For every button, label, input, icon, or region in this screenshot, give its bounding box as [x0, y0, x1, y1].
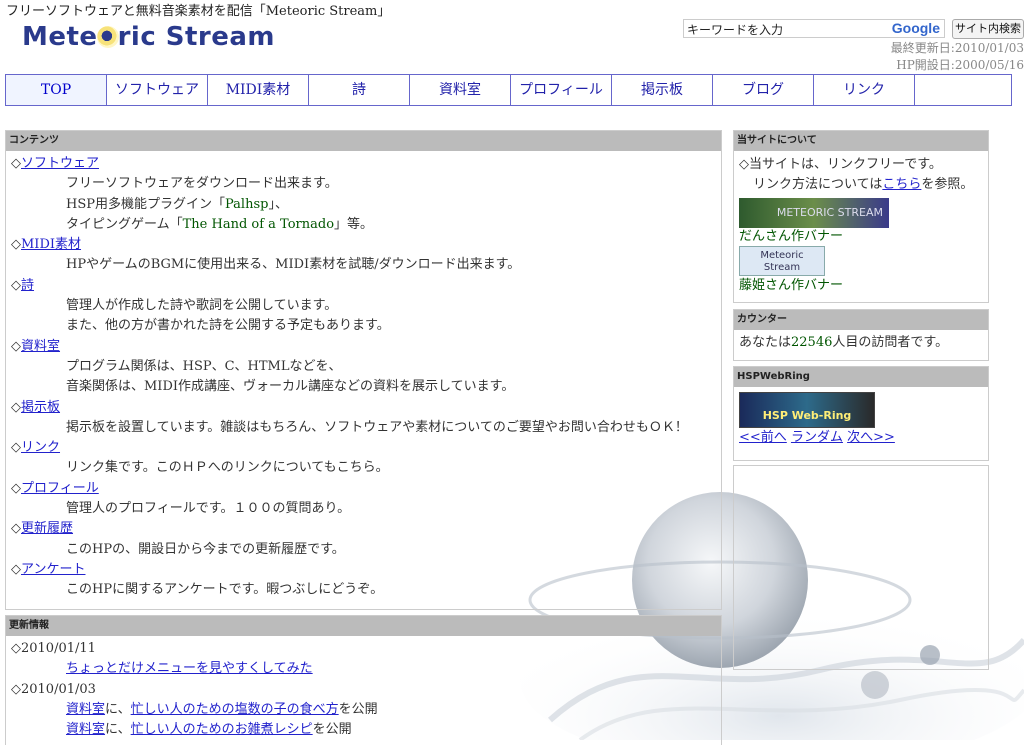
link-bbs[interactable]: 掲示板: [21, 400, 60, 415]
software-desc-2: HSP用多機能プラグイン「Palhsp」、: [66, 196, 288, 212]
update-item-3: 資料室に、忙しい人のためのお雑煮レシピを公開: [66, 722, 352, 738]
counter-body: あなたは22546人目の訪問者です。: [739, 335, 949, 350]
section-history: ◇更新履歴: [11, 521, 74, 537]
update-date-2: ◇2010/01/03: [11, 681, 96, 697]
nav-top[interactable]: TOP: [6, 75, 107, 105]
webring-heading: HSPWebRing: [734, 367, 988, 387]
hsp-webring-banner[interactable]: HSP Web-Ring: [739, 392, 875, 428]
link-profile[interactable]: プロフィール: [21, 481, 99, 496]
visitor-count: 22546: [791, 335, 833, 350]
contents-box: コンテンツ ◇ソフトウェア フリーソフトウェアをダウンロード出来ます。 HSP用…: [5, 130, 722, 610]
contents-heading: コンテンツ: [6, 131, 721, 151]
section-survey: ◇アンケート: [11, 561, 86, 577]
software-desc: フリーソフトウェアをダウンロード出来ます。: [66, 176, 338, 192]
library-desc-2: 音楽関係は、MIDI作成講座、ヴォーカル講座などの資料を展示しています。: [66, 379, 515, 395]
nav-library[interactable]: 資料室: [410, 75, 511, 105]
section-midi: ◇MIDI素材: [11, 237, 82, 253]
link-tornado[interactable]: The Hand of a Tornado: [183, 217, 334, 232]
poem-desc-2: また、他の方が書かれた詩を公開する予定もあります。: [66, 318, 390, 334]
section-software: ◇ソフトウェア: [11, 156, 100, 171]
update-link-1[interactable]: ちょっとだけメニューを見やすくしてみた: [66, 661, 313, 676]
webring-body: HSP Web-Ring <<前へ ランダム 次へ>>: [734, 387, 988, 451]
section-poem: ◇詩: [11, 277, 35, 293]
library-desc-1: プログラム関係は、HSP、C、HTMLなどを、: [66, 358, 342, 374]
link-survey[interactable]: アンケート: [21, 562, 85, 577]
link-links[interactable]: リンク: [21, 440, 60, 455]
banner-dan[interactable]: METEORIC STREAM: [739, 197, 889, 228]
update-link-2[interactable]: 忙しい人のための塩数の子の食べ方: [131, 702, 339, 717]
webring-prev-link[interactable]: <<前へ: [739, 430, 787, 445]
main-nav: TOP ソフトウェア MIDI素材 詩 資料室 プロフィール 掲示板 ブログ リ…: [5, 74, 1012, 106]
site-logo[interactable]: Mete ric Stream: [22, 22, 275, 52]
link-poem[interactable]: 詩: [21, 278, 34, 293]
site-dates: 最終更新日:2010/01/03 HP開設日:2000/05/16: [891, 40, 1024, 74]
link-history[interactable]: 更新履歴: [21, 521, 73, 536]
links-desc: リンク集です。このＨＰへのリンクについてもこちら。: [66, 460, 389, 476]
counter-box: カウンター あなたは22546人目の訪問者です。: [733, 309, 989, 361]
site-search-button[interactable]: サイト内検索: [952, 19, 1024, 39]
webring-box: HSPWebRing HSP Web-Ring <<前へ ランダム 次へ>>: [733, 366, 989, 461]
webring-next-link[interactable]: 次へ>>: [847, 430, 895, 445]
link-method-link[interactable]: こちら: [882, 177, 921, 192]
counter-heading: カウンター: [734, 310, 988, 330]
google-logo: Google: [891, 20, 940, 36]
updates-heading: 更新情報: [6, 616, 721, 636]
update-item-1: ちょっとだけメニューを見やすくしてみた: [11, 659, 716, 679]
about-line-2: リンク方法についてはこちらを参照。: [753, 177, 974, 193]
update-library-link-3[interactable]: 資料室: [66, 722, 105, 737]
search-input[interactable]: キーワードを入力 Google: [683, 19, 945, 38]
link-palhsp[interactable]: Palhsp: [225, 197, 268, 212]
profile-desc: 管理人のプロフィールです。１００の質問あり。: [66, 501, 351, 517]
section-links: ◇リンク: [11, 440, 61, 456]
link-midi[interactable]: MIDI素材: [21, 237, 81, 252]
banner-dan-caption: だんさん作バナー: [739, 228, 844, 244]
nav-empty: [915, 75, 1011, 105]
webring-nav: <<前へ ランダム 次へ>>: [739, 428, 983, 448]
update-link-3[interactable]: 忙しい人のためのお雑煮レシピ: [131, 722, 313, 737]
updates-body: ◇2010/01/11 ちょっとだけメニューを見やすくしてみた ◇2010/01…: [6, 636, 721, 743]
site-tagline: フリーソフトウェアと無料音楽素材を配信「Meteoric Stream」: [6, 4, 391, 19]
link-software[interactable]: ソフトウェア: [21, 156, 99, 171]
section-profile: ◇プロフィール: [11, 480, 99, 496]
banner-fujihime[interactable]: Meteoric Stream: [739, 245, 825, 276]
updates-box: 更新情報 ◇2010/01/11 ちょっとだけメニューを見やすくしてみた ◇20…: [5, 615, 722, 745]
nav-bbs[interactable]: 掲示板: [612, 75, 713, 105]
poem-desc-1: 管理人が作成した詩や歌詞を公開しています。: [66, 298, 338, 314]
about-line-1: ◇当サイトは、リンクフリーです。: [739, 157, 942, 172]
nav-links[interactable]: リンク: [814, 75, 915, 105]
midi-desc: HPやゲームのBGMに使用出来る、MIDI素材を試聴/ダウンロード出来ます。: [66, 257, 521, 273]
update-date-1: ◇2010/01/11: [11, 641, 96, 656]
section-bbs: ◇掲示板: [11, 399, 61, 415]
about-box: 当サイトについて ◇当サイトは、リンクフリーです。 リンク方法についてはこちらを…: [733, 130, 989, 303]
nav-profile[interactable]: プロフィール: [511, 75, 612, 105]
history-desc: このHPの、開設日から今までの更新履歴です。: [66, 541, 345, 557]
survey-desc: このHPに関するアンケートです。暇つぶしにどうぞ。: [66, 582, 384, 598]
search-placeholder: キーワードを入力: [687, 23, 784, 37]
webring-random-link[interactable]: ランダム: [791, 430, 843, 445]
about-body: ◇当サイトは、リンクフリーです。 リンク方法についてはこちらを参照。 METEO…: [734, 151, 988, 299]
meteor-logo-icon: [96, 26, 119, 48]
bbs-desc: 掲示板を設置しています。雑談はもちろん、ソフトウェアや素材についてのご要望やお問…: [66, 419, 688, 435]
nav-midi[interactable]: MIDI素材: [208, 75, 309, 105]
software-desc-3: タイピングゲーム「The Hand of a Tornado」等。: [66, 216, 374, 232]
link-library[interactable]: 資料室: [21, 339, 60, 354]
section-library: ◇資料室: [11, 338, 61, 354]
nav-software[interactable]: ソフトウェア: [107, 75, 208, 105]
empty-sidebar-box: [733, 465, 989, 670]
opened-date: HP開設日:2000/05/16: [896, 58, 1024, 72]
nav-blog[interactable]: ブログ: [713, 75, 814, 105]
update-library-link-2[interactable]: 資料室: [66, 702, 105, 717]
last-updated: 最終更新日:2010/01/03: [890, 41, 1024, 55]
contents-body: ◇ソフトウェア フリーソフトウェアをダウンロード出来ます。 HSP用多機能プラグ…: [6, 151, 721, 604]
banner-fujihime-caption: 藤姫さん作バナー: [739, 277, 844, 293]
update-item-2: 資料室に、忙しい人のための塩数の子の食べ方を公開: [66, 701, 378, 717]
about-heading: 当サイトについて: [734, 131, 988, 151]
nav-poem[interactable]: 詩: [309, 75, 410, 105]
